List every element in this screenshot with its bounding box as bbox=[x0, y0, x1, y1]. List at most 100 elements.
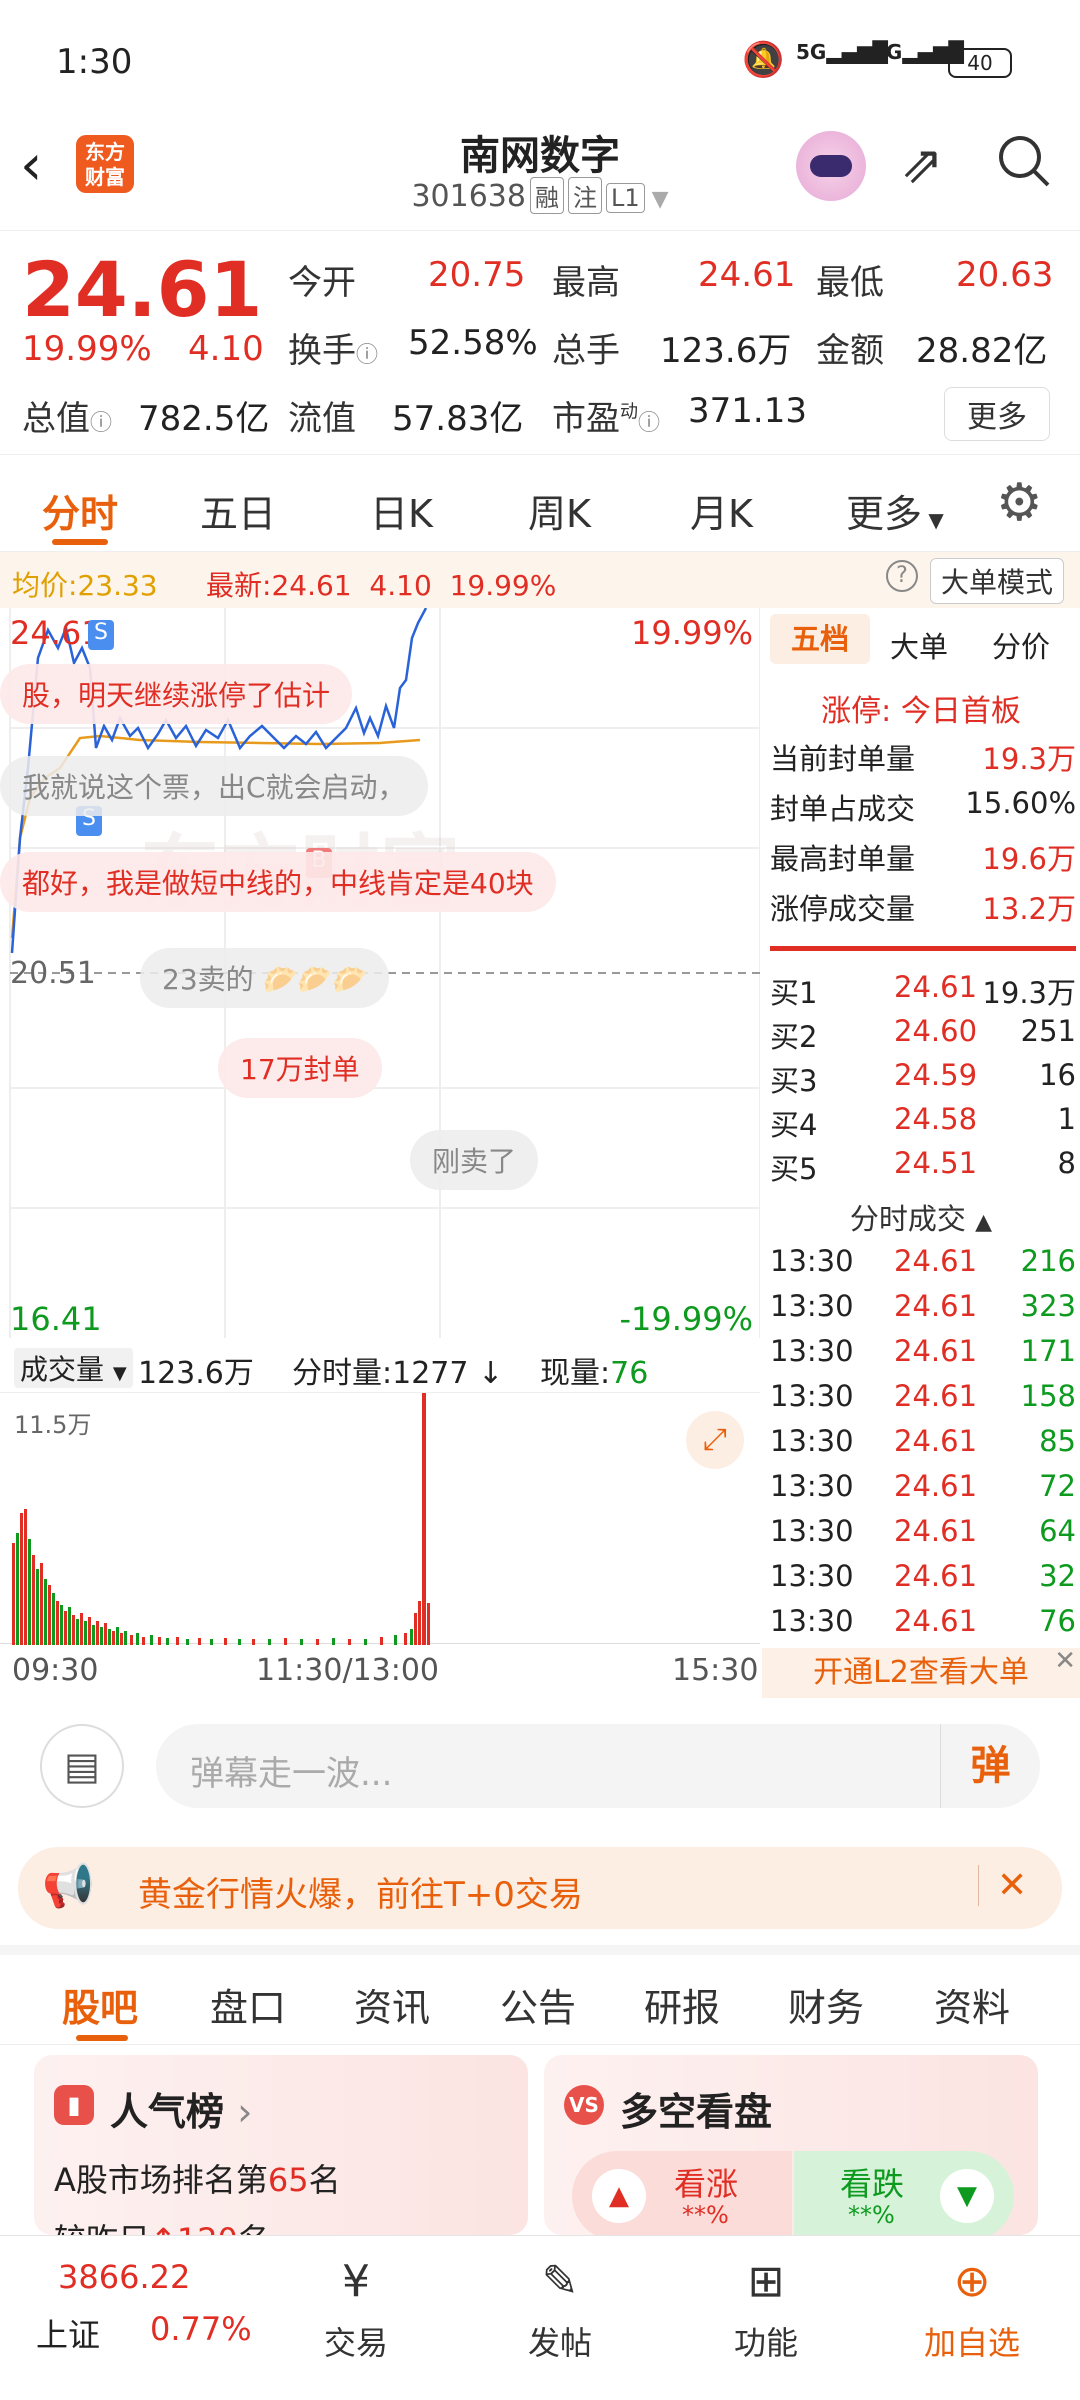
avg-price: 均价:23.33 bbox=[12, 569, 158, 602]
tag-registered: 注 bbox=[567, 177, 602, 214]
volume-indicator-select[interactable]: 成交量 ▼ bbox=[14, 1348, 133, 1388]
chart-prev-close: 20.51 bbox=[10, 956, 96, 991]
info-icon[interactable]: ⓘ bbox=[638, 411, 660, 436]
index-widget[interactable]: 3866.22 上证 0.77% bbox=[0, 2236, 270, 2400]
promo-banner[interactable]: 📢 黄金行情火爆，前往T+0交易 ✕ bbox=[18, 1847, 1062, 1929]
add-circle-icon: ⊕ bbox=[953, 2256, 991, 2307]
info-icon[interactable]: ⓘ bbox=[356, 343, 378, 368]
danmu-settings-icon[interactable]: ▤ bbox=[40, 1724, 124, 1808]
danmu-bubble: 我就说这个票，出C就会启动， bbox=[0, 756, 428, 816]
battery-icon: 40 bbox=[948, 48, 1012, 78]
trade-price: 24.61 bbox=[894, 1334, 978, 1368]
volume-chart[interactable]: 11.5万 ⤢ bbox=[0, 1392, 760, 1645]
tag-margin: 融 bbox=[529, 177, 564, 214]
nav-trade[interactable]: ¥ 交易 bbox=[296, 2256, 416, 2364]
tab-news[interactable]: 资讯 bbox=[354, 1977, 430, 2032]
time-axis: 09:30 11:30/13:00 15:30 bbox=[0, 1645, 760, 1695]
bear-pct: **% bbox=[848, 2201, 895, 2229]
bull-label: 看涨 bbox=[674, 2165, 739, 2203]
tab-price-dist[interactable]: 分价 bbox=[992, 624, 1050, 666]
trade-time: 13:30 bbox=[770, 1514, 854, 1548]
chart-high-pct: 19.99% bbox=[630, 614, 753, 652]
bear-button[interactable]: 看跌 **% ▼ bbox=[794, 2151, 1014, 2241]
float-label: 流值 bbox=[288, 399, 356, 439]
trade-qty: 64 bbox=[1039, 1514, 1076, 1548]
tab-more[interactable]: 更多 ▼ bbox=[846, 483, 944, 538]
assistant-avatar-icon[interactable] bbox=[796, 131, 866, 201]
arrow-down-icon: ▼ bbox=[940, 2169, 994, 2223]
info-tabs: 股吧 盘口 资讯 公告 研报 财务 资料 bbox=[0, 1945, 1080, 2045]
danmu-bubble: 刚卖了 bbox=[410, 1130, 539, 1190]
tab-big-orders[interactable]: 大单 bbox=[890, 624, 948, 666]
low-value: 20.63 bbox=[956, 255, 1054, 295]
turnover-value: 52.58% bbox=[408, 323, 538, 363]
current-volume: 现量:76 bbox=[540, 1356, 649, 1391]
more-button[interactable]: 更多 bbox=[944, 387, 1050, 441]
open-l2-button[interactable]: 开通L2查看大单 bbox=[762, 1648, 1080, 1698]
pe-value: 371.13 bbox=[688, 391, 807, 431]
time-end: 15:30 bbox=[672, 1653, 759, 1688]
tab-market[interactable]: 盘口 bbox=[210, 1977, 286, 2032]
limit-label: 最高封单量 bbox=[770, 842, 916, 876]
tab-research[interactable]: 研报 bbox=[644, 1977, 720, 2032]
float-value: 57.83亿 bbox=[392, 399, 524, 439]
bid-price: 24.61 bbox=[894, 970, 978, 1004]
tab-announcements[interactable]: 公告 bbox=[500, 1977, 576, 2032]
close-icon[interactable]: ✕ bbox=[978, 1865, 1027, 1906]
share-icon[interactable]: ⇗ bbox=[900, 135, 944, 195]
limit-label: 封单占成交 bbox=[770, 792, 916, 826]
trades-title[interactable]: 分时成交 ▲ bbox=[762, 1196, 1080, 1238]
nav-functions-label: 功能 bbox=[733, 2324, 798, 2362]
bear-label: 看跌 bbox=[840, 2165, 905, 2203]
tab-five-levels[interactable]: 五档 bbox=[770, 614, 870, 664]
intraday-chart[interactable]: 东方财富 24.61 19.99% 20.51 16.41 -19.99% S … bbox=[0, 608, 760, 1338]
danmu-bubble: 17万封单 bbox=[218, 1038, 382, 1098]
tab-monthly-k[interactable]: 月K bbox=[690, 483, 753, 538]
sell-marker[interactable]: S bbox=[88, 620, 114, 650]
divider bbox=[770, 946, 1076, 951]
tab-intraday[interactable]: 分时 bbox=[42, 483, 118, 538]
bid-price: 24.51 bbox=[894, 1146, 978, 1180]
tab-forum[interactable]: 股吧 bbox=[62, 1977, 138, 2032]
popularity-card[interactable]: ▮ 人气榜 › A股市场排名第65名 较昨日↑120名 bbox=[34, 2055, 528, 2245]
tab-profile[interactable]: 资料 bbox=[934, 1977, 1010, 2032]
bid-label: 买4 bbox=[770, 1108, 818, 1142]
caret-up-icon: ▲ bbox=[975, 1210, 993, 1235]
intraday-info-line: 均价:23.33 最新:24.61 4.10 19.99% ? 大单模式 bbox=[0, 552, 1080, 608]
nav-post[interactable]: ✎ 发帖 bbox=[500, 2256, 620, 2364]
bar-chart-icon: ▮ bbox=[54, 2085, 94, 2125]
limit-value: 19.3万 bbox=[982, 742, 1076, 776]
big-order-mode-button[interactable]: 大单模式 bbox=[930, 558, 1065, 604]
open-value: 20.75 bbox=[428, 255, 526, 295]
danmu-send-button[interactable]: 弹 bbox=[940, 1724, 1040, 1808]
bull-button[interactable]: ▲ 看涨 **% bbox=[572, 2151, 792, 2241]
vs-icon: VS bbox=[564, 2085, 604, 2125]
feature-cards: ▮ 人气榜 › A股市场排名第65名 较昨日↑120名 VS 多空看盘 ▲ 看涨… bbox=[0, 2045, 1080, 2245]
nav-functions[interactable]: ⊞ 功能 bbox=[706, 2256, 826, 2364]
bid-qty: 19.3万 bbox=[982, 976, 1076, 1010]
info-icon[interactable]: ⓘ bbox=[90, 411, 112, 436]
tab-five-day[interactable]: 五日 bbox=[200, 483, 276, 538]
trade-time: 13:30 bbox=[770, 1334, 854, 1368]
bottom-nav: 3866.22 上证 0.77% ¥ 交易 ✎ 发帖 ⊞ 功能 ⊕ 加自选 bbox=[0, 2235, 1080, 2400]
danmu-input-wrapper: 弹幕走一波... 弹 bbox=[156, 1724, 1040, 1808]
danmu-bubble: 股，明天继续涨停了估计 bbox=[0, 664, 353, 724]
help-icon[interactable]: ? bbox=[886, 560, 918, 592]
grid-icon: ⊞ bbox=[747, 2256, 785, 2307]
bid-price: 24.59 bbox=[894, 1058, 978, 1092]
tab-daily-k[interactable]: 日K bbox=[370, 483, 433, 538]
arrow-up-icon: ▲ bbox=[592, 2169, 646, 2223]
trade-price: 24.61 bbox=[894, 1424, 978, 1458]
nav-add-watchlist[interactable]: ⊕ 加自选 bbox=[912, 2256, 1032, 2364]
trade-qty: 72 bbox=[1039, 1469, 1076, 1503]
tab-finance[interactable]: 财务 bbox=[788, 1977, 864, 2032]
tab-weekly-k[interactable]: 周K bbox=[528, 483, 591, 538]
danmu-input[interactable]: 弹幕走一波... bbox=[190, 1746, 392, 1795]
trade-qty: 76 bbox=[1039, 1604, 1076, 1638]
limit-value: 15.60% bbox=[965, 786, 1076, 820]
trade-price: 24.61 bbox=[894, 1379, 978, 1413]
search-icon[interactable] bbox=[996, 133, 1050, 187]
settings-gear-icon[interactable]: ⚙ bbox=[996, 473, 1043, 533]
active-tab-indicator bbox=[52, 539, 108, 545]
close-icon[interactable]: ✕ bbox=[1054, 1646, 1076, 1676]
